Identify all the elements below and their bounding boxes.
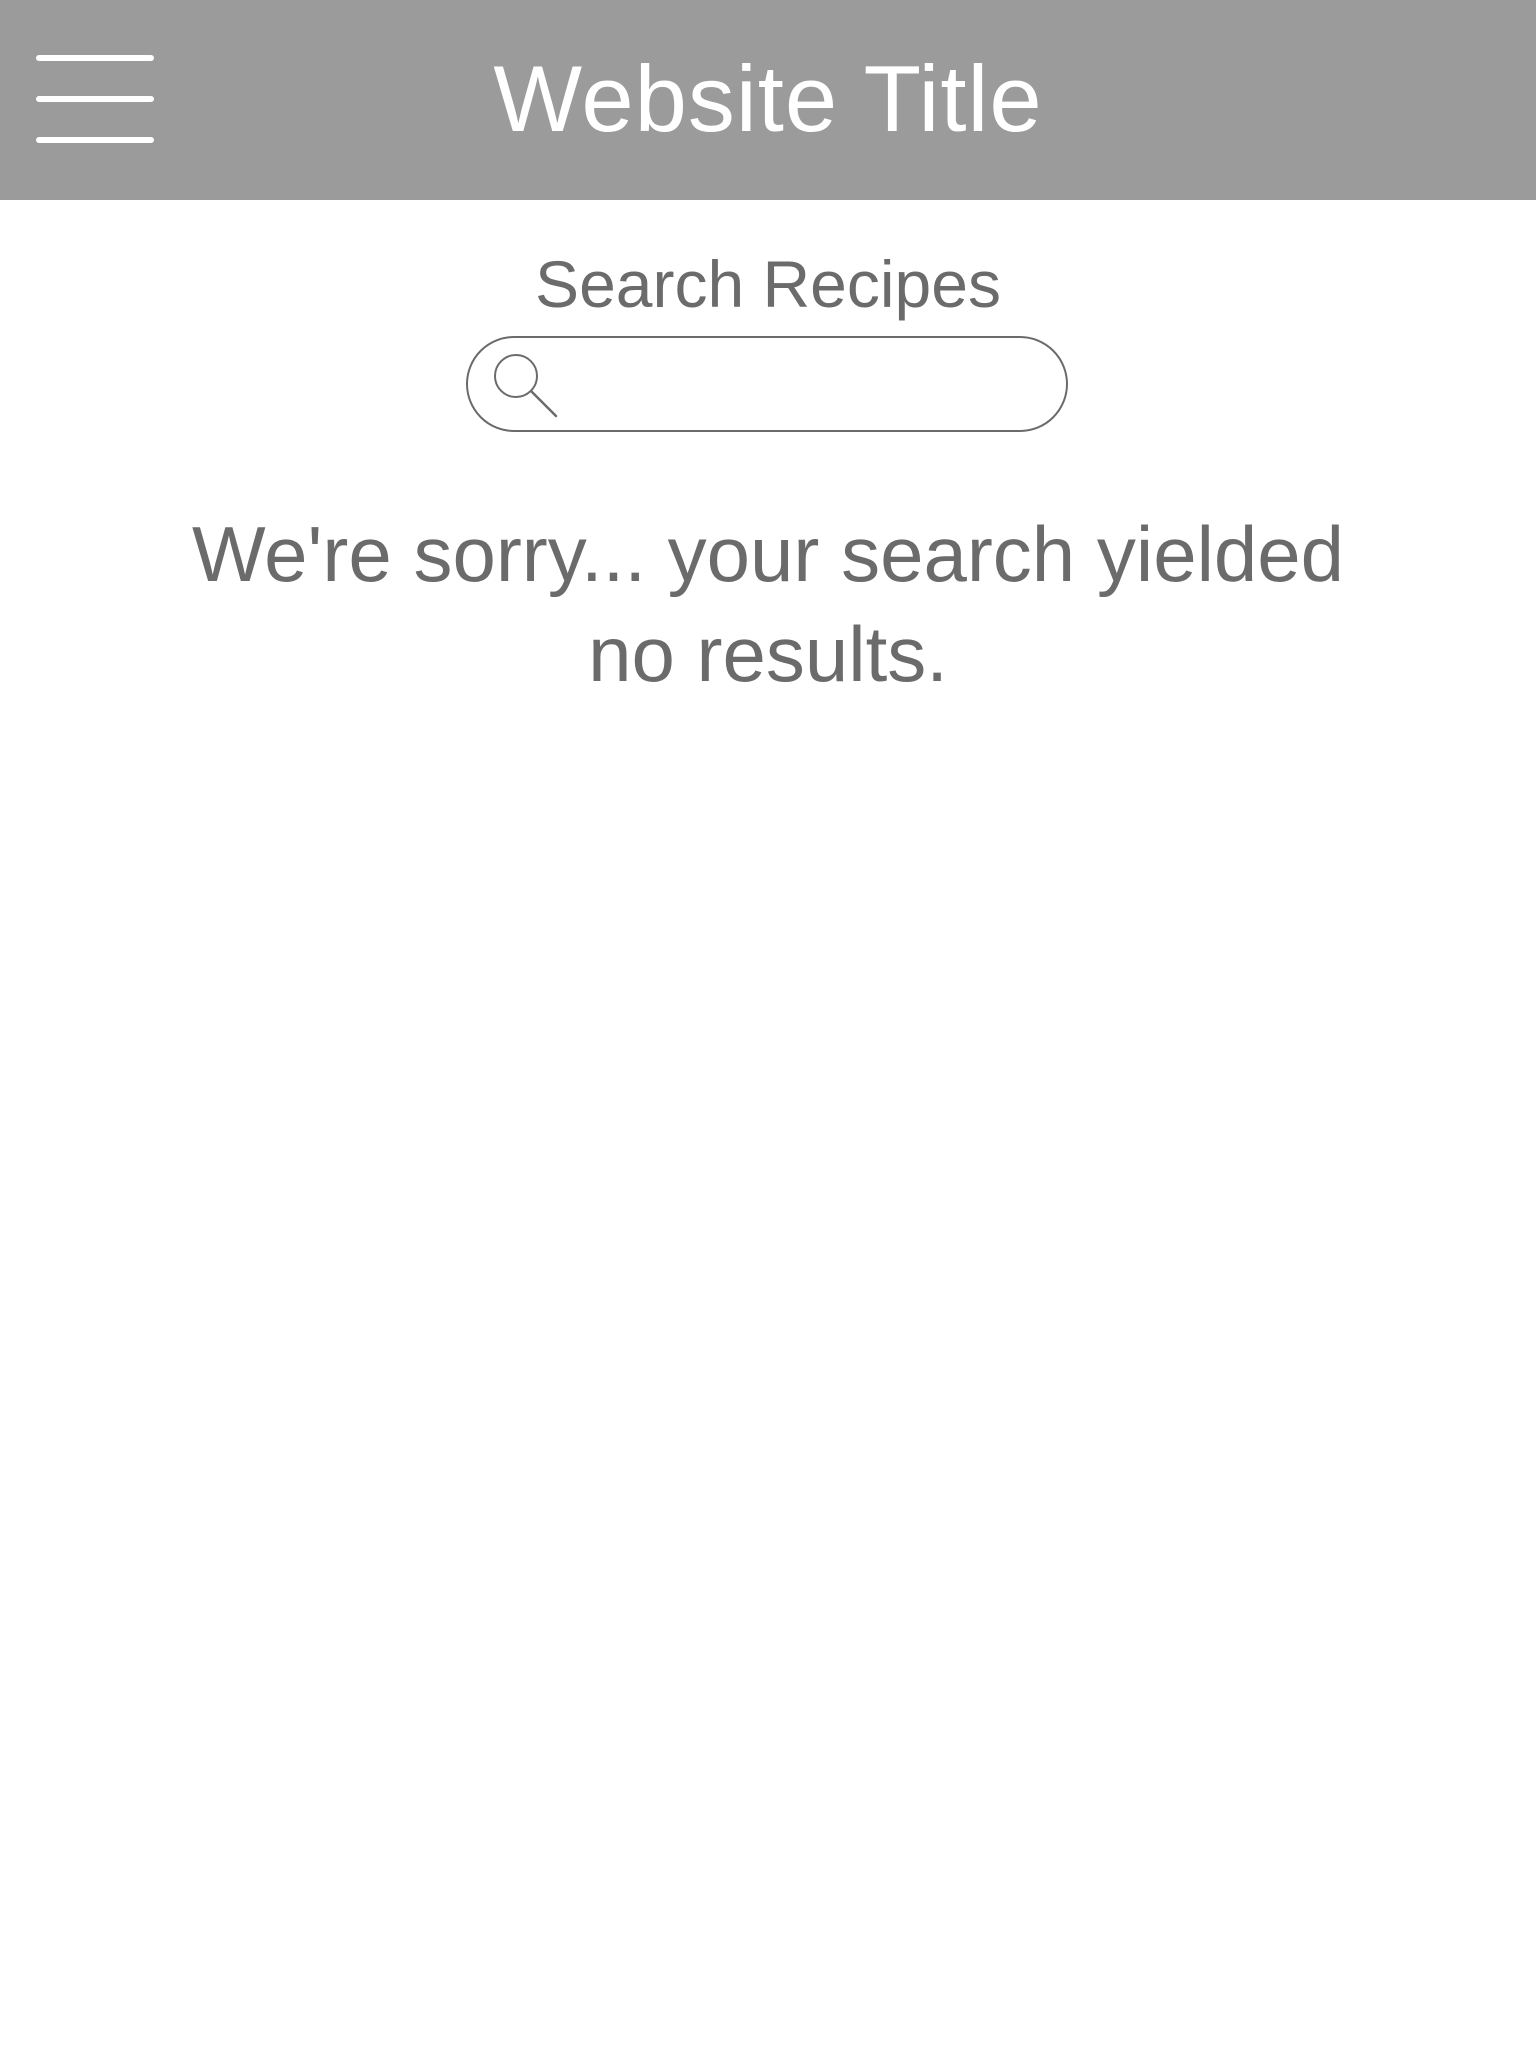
search-icon (488, 348, 564, 424)
site-header: Website Title (0, 0, 1536, 200)
search-recipes-label: Search Recipes (535, 247, 1001, 321)
search-box[interactable] (466, 336, 1068, 432)
search-input[interactable] (572, 350, 1046, 420)
no-results-message: We're sorry... your search yielded no re… (191, 510, 1345, 698)
website-title: Website Title (493, 46, 1043, 151)
